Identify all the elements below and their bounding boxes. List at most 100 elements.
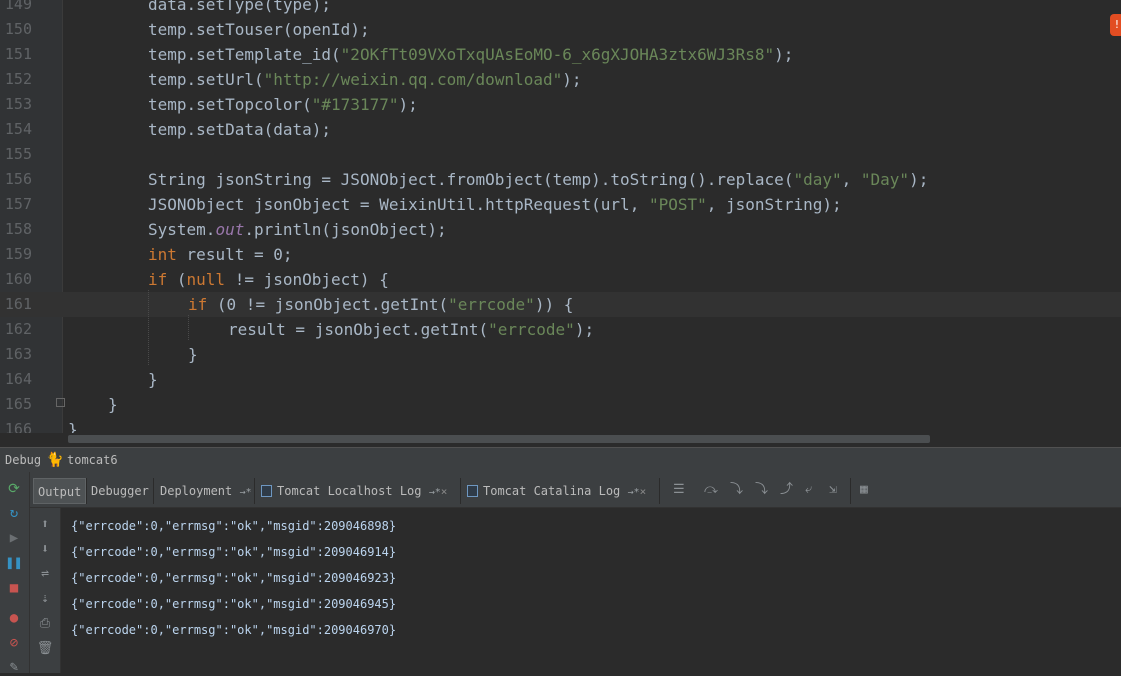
step-into-icon[interactable]: ⤵ [730,482,743,498]
tab-output[interactable]: Output [33,478,87,504]
run-to-cursor-icon[interactable]: ⇲ [829,482,837,498]
force-step-into-icon[interactable]: ⤵ [755,482,768,498]
code-token: } [148,370,158,389]
code-line[interactable]: 150 temp.setTouser(openId); [0,17,1121,42]
code-token: . [186,0,197,14]
drop-frame-icon[interactable]: ⤶ [805,482,812,498]
code-line[interactable]: 164} [0,367,1121,392]
code-token: ( [263,120,274,139]
code-token: ( [438,295,449,314]
code-line[interactable]: 160 if (null != jsonObject) { [0,267,1121,292]
code-text: temp.setData(data); [148,117,331,142]
line-number: 159 [4,245,32,263]
code-token: "Day" [860,170,910,189]
code-line[interactable]: 157 JSONObject jsonObject = WeixinUtil.ht… [0,192,1121,217]
code-token: setTouser [196,20,283,39]
stop-icon[interactable]: ■ [4,579,24,597]
pin-icon[interactable]: →* [429,487,441,498]
line-number: 156 [4,170,32,188]
code-token: temp [148,45,187,64]
code-token: "http://weixin.qq.com/download" [263,70,563,89]
line-number: 160 [4,270,32,288]
code-text: String jsonString = JSONObject.fromObjec… [148,167,928,192]
tab-tomcat-catalina-log[interactable]: Tomcat Catalina Log →*× [463,478,650,504]
trash-icon[interactable]: 🗑 [36,640,54,658]
code-token: jsonObject [263,270,360,289]
close-icon[interactable]: × [441,485,448,498]
evaluate-expression-icon[interactable]: ▦ [860,482,868,498]
error-marker-icon[interactable]: ! [1110,14,1121,36]
code-editor[interactable]: 149 data.setType(type); 150 temp.setTouser(… [0,0,1121,433]
code-token: . [437,170,447,189]
scrollbar-thumb[interactable] [68,435,930,443]
tab-debugger[interactable]: Debugger [87,478,153,504]
debug-title: Debug [5,453,42,467]
horizontal-scrollbar[interactable] [0,433,1121,445]
code-token: temp [148,70,187,89]
code-token: data [273,120,312,139]
code-token: String [148,170,206,189]
indent-guide [148,290,149,365]
debug-side-toolbar: ⟳ ↻ ▶ ❚❚ ■ ● ⊘ ✎ [0,472,30,676]
code-line[interactable]: 152 temp.setUrl("http://weixin.qq.com/dow… [0,67,1121,92]
close-icon[interactable]: × [640,485,647,498]
code-line[interactable]: 158 System.out.println(jsonObject); [0,217,1121,242]
code-token: temp [148,120,187,139]
code-token: toString [610,170,688,189]
console-line: {"errcode":0,"errmsg":"ok","msgid":20904… [71,571,397,585]
code-token: 0 [226,295,237,314]
code-text: JSONObject jsonObject = WeixinUtil.httpR… [148,192,842,217]
code-token: "errcode" [488,320,575,339]
view-breakpoints-icon[interactable]: ● [4,609,24,627]
mute-breakpoints-icon[interactable]: ⊘ [4,634,24,652]
code-token: ( [591,195,601,214]
code-line[interactable]: 161 if (0 != jsonObject.getInt("errcode")… [0,292,1121,317]
console-output[interactable]: {"errcode":0,"errmsg":"ok","msgid":20904… [61,508,1121,673]
code-token: ( [167,270,187,289]
pin-icon[interactable]: →* [628,487,640,498]
code-token: temp [148,95,187,114]
code-token: JSONObject [340,170,437,189]
code-line[interactable]: 149 data.setType(type); [0,0,1121,17]
pin-icon[interactable]: →* [239,487,251,498]
code-token: httpRequest [485,195,592,214]
down-arrow-icon[interactable]: ⬇ [36,541,54,559]
line-number: 164 [4,370,32,388]
show-execution-point-icon[interactable]: ☰ [673,482,685,498]
step-over-icon[interactable]: ⤼ [704,482,718,498]
code-line[interactable]: 151 temp.setTemplate_id("2OKfTt09VXoTxqUA… [0,42,1121,67]
unknown-icon[interactable]: ✎ [4,658,24,676]
pause-icon[interactable]: ❚❚ [4,554,24,572]
code-token: out [215,220,245,239]
step-out-icon[interactable]: ⤴ [780,482,793,498]
code-token: , [629,195,649,214]
code-line[interactable]: 162 result = jsonObject.getInt("errcode")… [0,317,1121,342]
resume-icon[interactable]: ▶ [4,529,24,547]
code-token: setData [196,120,264,139]
code-line[interactable]: 165} [0,392,1121,417]
soft-wrap-icon[interactable]: ⇌ [36,565,54,583]
code-line[interactable]: 155 [0,142,1121,167]
tab-deployment[interactable]: Deployment →* [156,478,256,504]
code-line[interactable]: 159 int result = 0; [0,242,1121,267]
code-line[interactable]: 163} [0,342,1121,367]
code-token: int [148,245,177,264]
tab-tomcat-localhost-log[interactable]: Tomcat Localhost Log →*× [257,478,451,504]
code-line[interactable]: 154 temp.setData(data); [0,117,1121,142]
code-line[interactable]: 166} [0,417,1121,433]
code-token: . [475,195,486,214]
scroll-to-end-icon[interactable]: ⇣ [36,590,54,608]
code-line[interactable]: 156 String jsonString = JSONObject.fromOb… [0,167,1121,192]
code-token: != [236,295,275,314]
up-arrow-icon[interactable]: ⬆ [36,516,54,534]
refresh-icon[interactable]: ↻ [4,504,24,522]
rerun-icon[interactable]: ⟳ [4,480,24,498]
code-line[interactable]: 153 temp.setTopcolor("#173177"); [0,92,1121,117]
print-icon[interactable]: ⎙ [36,615,54,633]
code-token: setTopcolor [196,95,303,114]
code-token: . [186,45,197,64]
line-number: 166 [4,420,32,433]
line-number: 162 [4,320,32,338]
